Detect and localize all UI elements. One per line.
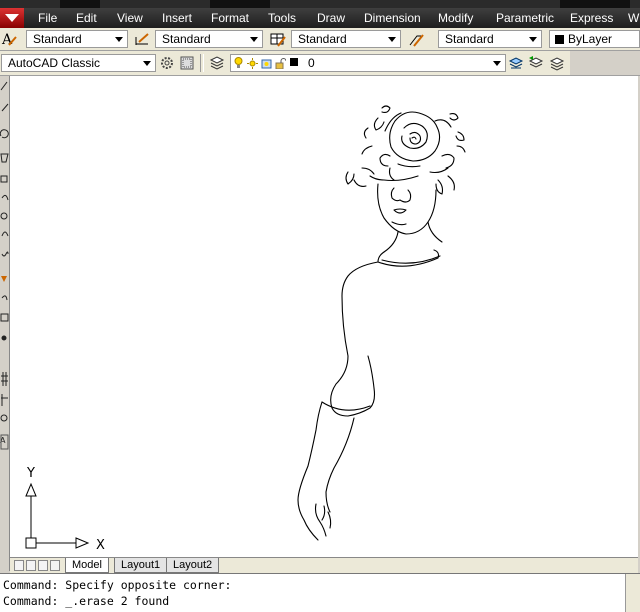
draw-toolbar: A <box>0 76 10 571</box>
workspace-value: AutoCAD Classic <box>8 56 101 70</box>
menu-tools[interactable]: Tools <box>268 11 296 25</box>
mleader-style-combo[interactable]: Standard <box>438 30 542 48</box>
first-tab-icon[interactable] <box>14 560 24 571</box>
ucs-y-label: Y <box>26 466 35 481</box>
dim-style-value: Standard <box>162 32 211 46</box>
viewport-icon <box>261 57 272 69</box>
next-tab-icon[interactable] <box>38 560 48 571</box>
toolbar-separator <box>200 54 204 72</box>
unlock-icon <box>275 57 287 70</box>
last-tab-icon[interactable] <box>50 560 60 571</box>
sun-icon <box>247 57 258 69</box>
command-history-line: Command: _.erase 2 found <box>3 594 170 608</box>
layer-properties-icon[interactable] <box>209 55 225 71</box>
layout-tab-bar: Model Layout1 Layout2 <box>10 557 638 574</box>
app-arrow-icon <box>5 14 19 22</box>
layer-state-icon[interactable] <box>549 55 565 71</box>
dropdown-arrow-icon <box>388 37 396 42</box>
gear-icon[interactable] <box>159 55 175 71</box>
lightbulb-icon <box>234 57 243 68</box>
menu-bar: File Edit View Insert Format Tools Draw … <box>0 8 640 28</box>
command-line[interactable]: Command: Specify opposite corner: Comman… <box>0 573 640 612</box>
ucs-x-label: X <box>96 538 105 553</box>
make-object-layer-current-icon[interactable] <box>508 55 524 71</box>
toolbar-empty-area <box>570 51 640 75</box>
styles-toolbar: A Standard Standard Standard Standard By… <box>0 28 640 51</box>
mleader-style-value: Standard <box>445 32 494 46</box>
table-style-value: Standard <box>298 32 347 46</box>
menu-draw[interactable]: Draw <box>317 11 345 25</box>
application-menu-button[interactable] <box>0 8 24 28</box>
dropdown-arrow-icon <box>115 37 123 42</box>
color-swatch <box>555 35 564 44</box>
table-style-combo[interactable]: Standard <box>291 30 401 48</box>
menu-window[interactable]: W <box>628 11 639 25</box>
dropdown-arrow-icon <box>529 37 537 42</box>
text-style-value: Standard <box>33 32 82 46</box>
neck-collar <box>377 221 443 267</box>
command-history-line: Command: Specify opposite corner: <box>3 578 232 592</box>
command-scrollbar[interactable] <box>625 574 640 612</box>
color-value: ByLayer <box>568 32 613 46</box>
previous-tab-icon[interactable] <box>26 560 36 571</box>
menu-view[interactable]: View <box>117 11 143 25</box>
layer-color-swatch <box>290 58 298 66</box>
layer-combo[interactable]: 0 <box>230 54 506 72</box>
title-strip <box>0 0 640 8</box>
svg-text:A: A <box>1 32 13 47</box>
menu-format[interactable]: Format <box>211 11 249 25</box>
title-block <box>210 0 270 8</box>
menu-insert[interactable]: Insert <box>162 11 192 25</box>
menu-express[interactable]: Express <box>570 11 613 25</box>
face <box>377 183 437 235</box>
figure-drawing <box>297 105 466 541</box>
dim-style-icon[interactable] <box>134 31 150 47</box>
dropdown-arrow-icon <box>250 37 258 42</box>
tab-layout2[interactable]: Layout2 <box>166 558 220 573</box>
menu-edit[interactable]: Edit <box>76 11 97 25</box>
tab-model[interactable]: Model <box>65 558 109 573</box>
ucs-icon <box>25 482 90 549</box>
workspace-combo[interactable]: AutoCAD Classic <box>1 54 156 72</box>
menu-file[interactable]: File <box>38 11 57 25</box>
dropdown-arrow-icon <box>143 61 151 66</box>
layers-toolbar: AutoCAD Classic 0 <box>0 51 640 76</box>
mleader-style-icon[interactable] <box>408 31 424 47</box>
dim-style-combo[interactable]: Standard <box>155 30 263 48</box>
text-style-combo[interactable]: Standard <box>26 30 128 48</box>
arm-body <box>297 261 379 541</box>
rose-crown <box>345 105 466 195</box>
workspace-settings-icon[interactable] <box>179 55 195 71</box>
menu-modify[interactable]: Modify <box>438 11 473 25</box>
dropdown-arrow-icon <box>493 61 501 66</box>
title-block <box>560 0 630 8</box>
title-block <box>60 0 100 8</box>
table-style-icon[interactable] <box>270 31 286 47</box>
menu-dimension[interactable]: Dimension <box>364 11 421 25</box>
tab-layout1[interactable]: Layout1 <box>114 558 168 573</box>
layer-value: 0 <box>308 56 315 70</box>
layer-previous-icon[interactable] <box>528 55 544 71</box>
text-style-icon[interactable]: A <box>1 31 17 47</box>
draw-toolbar-icons[interactable]: A <box>0 76 9 571</box>
color-combo[interactable]: ByLayer <box>549 30 640 48</box>
line-art-drawing: Y X <box>25 105 466 553</box>
drawing-canvas[interactable]: Y X <box>10 76 638 557</box>
menu-parametric[interactable]: Parametric <box>496 11 554 25</box>
